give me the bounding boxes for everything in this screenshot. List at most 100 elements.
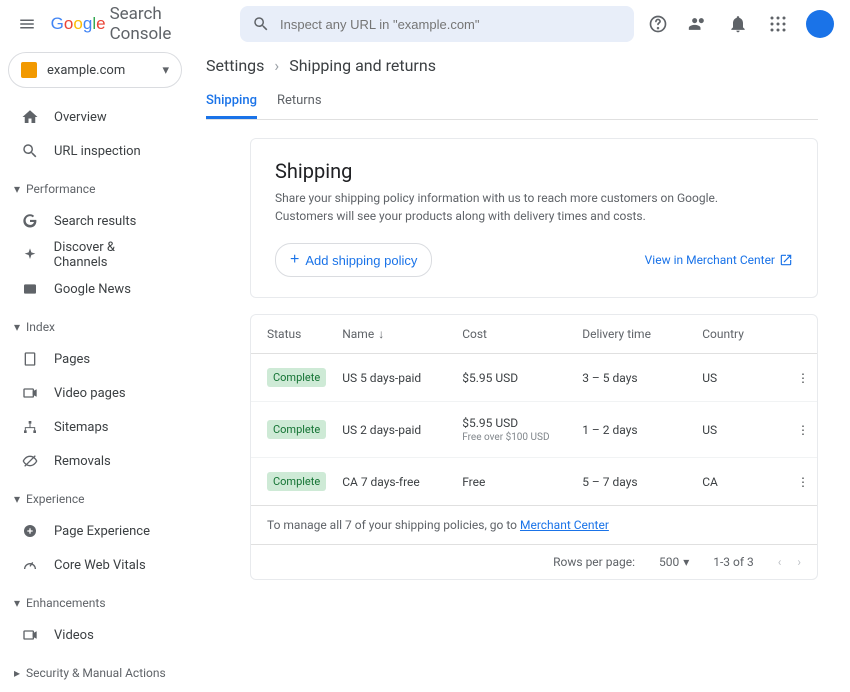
shipping-policies-table-card: Status Name↓ Cost Delivery time Country … xyxy=(250,314,818,580)
shipping-header-card: Shipping Share your shipping policy info… xyxy=(250,138,818,298)
next-page-icon[interactable]: › xyxy=(797,555,801,569)
home-icon xyxy=(20,108,40,126)
row-menu-icon[interactable]: ⋮ xyxy=(787,354,817,402)
pagination-range: 1-3 of 3 xyxy=(713,555,754,569)
cell-cost: $5.95 USDFree over $100 USD xyxy=(454,402,574,458)
sidebar-item-removals[interactable]: Removals xyxy=(8,444,182,478)
plus-circle-icon xyxy=(20,523,40,539)
tab-shipping[interactable]: Shipping xyxy=(206,85,257,119)
url-inspect-input[interactable] xyxy=(280,17,622,32)
sidebar-item-search-results[interactable]: Search results xyxy=(8,204,182,238)
sidebar-item-label: Sitemaps xyxy=(54,420,109,435)
rows-per-page-select[interactable]: 500 ▾ xyxy=(659,555,689,569)
logo: Google Search Console xyxy=(51,4,218,44)
th-cost[interactable]: Cost xyxy=(454,315,574,354)
cell-cost: $5.95 USD xyxy=(454,354,574,402)
chevron-right-icon: ▸ xyxy=(14,666,20,680)
breadcrumb-current: Shipping and returns xyxy=(289,56,436,75)
cell-name: CA 7 days-free xyxy=(334,458,454,506)
view-merchant-center-link[interactable]: View in Merchant Center xyxy=(645,253,793,267)
sidebar-section-performance[interactable]: ▾ Performance xyxy=(8,174,182,204)
cell-name: US 2 days-paid xyxy=(334,402,454,458)
card-title: Shipping xyxy=(275,159,793,183)
chevron-right-icon: › xyxy=(274,56,279,75)
news-icon xyxy=(20,281,40,297)
sidebar-item-label: Search results xyxy=(54,214,136,229)
external-link-icon xyxy=(779,253,793,267)
chevron-down-icon: ▾ xyxy=(14,596,20,610)
row-menu-icon[interactable]: ⋮ xyxy=(787,458,817,506)
sidebar-item-label: Page Experience xyxy=(54,524,150,539)
sidebar-item-page-experience[interactable]: Page Experience xyxy=(8,514,182,548)
table-row[interactable]: Complete US 5 days-paid $5.95 USD 3 – 5 … xyxy=(251,354,817,402)
status-badge: Complete xyxy=(267,368,326,387)
sitemap-icon xyxy=(20,419,40,435)
sidebar-item-label: Core Web Vitals xyxy=(54,558,146,573)
th-delivery[interactable]: Delivery time xyxy=(574,315,694,354)
merchant-center-link[interactable]: Merchant Center xyxy=(520,518,609,532)
sidebar-item-videos[interactable]: Videos xyxy=(8,618,182,652)
sidebar-item-pages[interactable]: Pages xyxy=(8,342,182,376)
breadcrumb: Settings › Shipping and returns xyxy=(206,56,818,75)
google-logo: Google xyxy=(51,14,106,34)
cell-name: US 5 days-paid xyxy=(334,354,454,402)
removals-icon xyxy=(20,453,40,469)
product-name: Search Console xyxy=(110,4,218,44)
table-row[interactable]: Complete CA 7 days-free Free 5 – 7 days … xyxy=(251,458,817,506)
google-g-icon xyxy=(20,213,40,229)
breadcrumb-root[interactable]: Settings xyxy=(206,56,264,75)
card-description-1: Share your shipping policy information w… xyxy=(275,189,793,207)
property-name: example.com xyxy=(47,63,125,78)
plus-icon: + xyxy=(290,251,299,269)
rows-per-page-label: Rows per page: xyxy=(553,555,635,569)
discover-icon xyxy=(20,247,40,263)
url-inspect-bar[interactable] xyxy=(240,6,634,42)
sidebar-item-google-news[interactable]: Google News xyxy=(8,272,182,306)
sidebar-section-experience[interactable]: ▾ Experience xyxy=(8,484,182,514)
search-icon xyxy=(20,142,40,160)
search-icon xyxy=(252,15,270,33)
sidebar-item-overview[interactable]: Overview xyxy=(8,100,182,134)
sidebar-item-url-inspection[interactable]: URL inspection xyxy=(8,134,182,168)
th-status: Status xyxy=(251,315,334,354)
property-selector[interactable]: example.com ▾ xyxy=(8,52,182,88)
table-row[interactable]: Complete US 2 days-paid $5.95 USDFree ov… xyxy=(251,402,817,458)
prev-page-icon[interactable]: ‹ xyxy=(778,555,782,569)
sidebar-section-enhancements[interactable]: ▾ Enhancements xyxy=(8,588,182,618)
th-name[interactable]: Name↓ xyxy=(334,315,454,354)
chevron-down-icon: ▾ xyxy=(683,555,689,569)
sidebar-item-label: Overview xyxy=(54,110,107,125)
avatar[interactable] xyxy=(806,10,834,38)
sidebar-item-discover[interactable]: Discover & Channels xyxy=(8,238,182,272)
add-shipping-policy-button[interactable]: + Add shipping policy xyxy=(275,243,432,277)
sidebar-section-security[interactable]: ▸ Security & Manual Actions xyxy=(8,658,182,688)
sidebar-item-label: Videos xyxy=(54,628,94,643)
chevron-down-icon: ▾ xyxy=(162,63,169,78)
card-description-2: Customers will see your products along w… xyxy=(275,207,793,225)
apps-icon[interactable] xyxy=(766,12,790,36)
sidebar-item-label: URL inspection xyxy=(54,144,141,159)
sidebar-section-index[interactable]: ▾ Index xyxy=(8,312,182,342)
sidebar-item-label: Google News xyxy=(54,282,131,297)
page-icon xyxy=(20,351,40,367)
sidebar-item-core-web-vitals[interactable]: Core Web Vitals xyxy=(8,548,182,582)
tab-returns[interactable]: Returns xyxy=(277,85,322,119)
cell-delivery: 5 – 7 days xyxy=(574,458,694,506)
sidebar-item-sitemaps[interactable]: Sitemaps xyxy=(8,410,182,444)
property-icon xyxy=(21,62,37,78)
notifications-icon[interactable] xyxy=(726,12,750,36)
sidebar-item-label: Discover & Channels xyxy=(54,240,170,270)
help-icon[interactable] xyxy=(646,12,670,36)
cell-country: US xyxy=(694,402,787,458)
cell-delivery: 1 – 2 days xyxy=(574,402,694,458)
chevron-down-icon: ▾ xyxy=(14,182,20,196)
sidebar-item-video-pages[interactable]: Video pages xyxy=(8,376,182,410)
row-menu-icon[interactable]: ⋮ xyxy=(787,402,817,458)
th-country[interactable]: Country xyxy=(694,315,787,354)
sidebar-item-label: Pages xyxy=(54,352,90,367)
hamburger-icon[interactable] xyxy=(16,12,39,36)
people-icon[interactable] xyxy=(686,12,710,36)
status-badge: Complete xyxy=(267,472,326,491)
arrow-down-icon: ↓ xyxy=(378,327,384,341)
cell-country: US xyxy=(694,354,787,402)
